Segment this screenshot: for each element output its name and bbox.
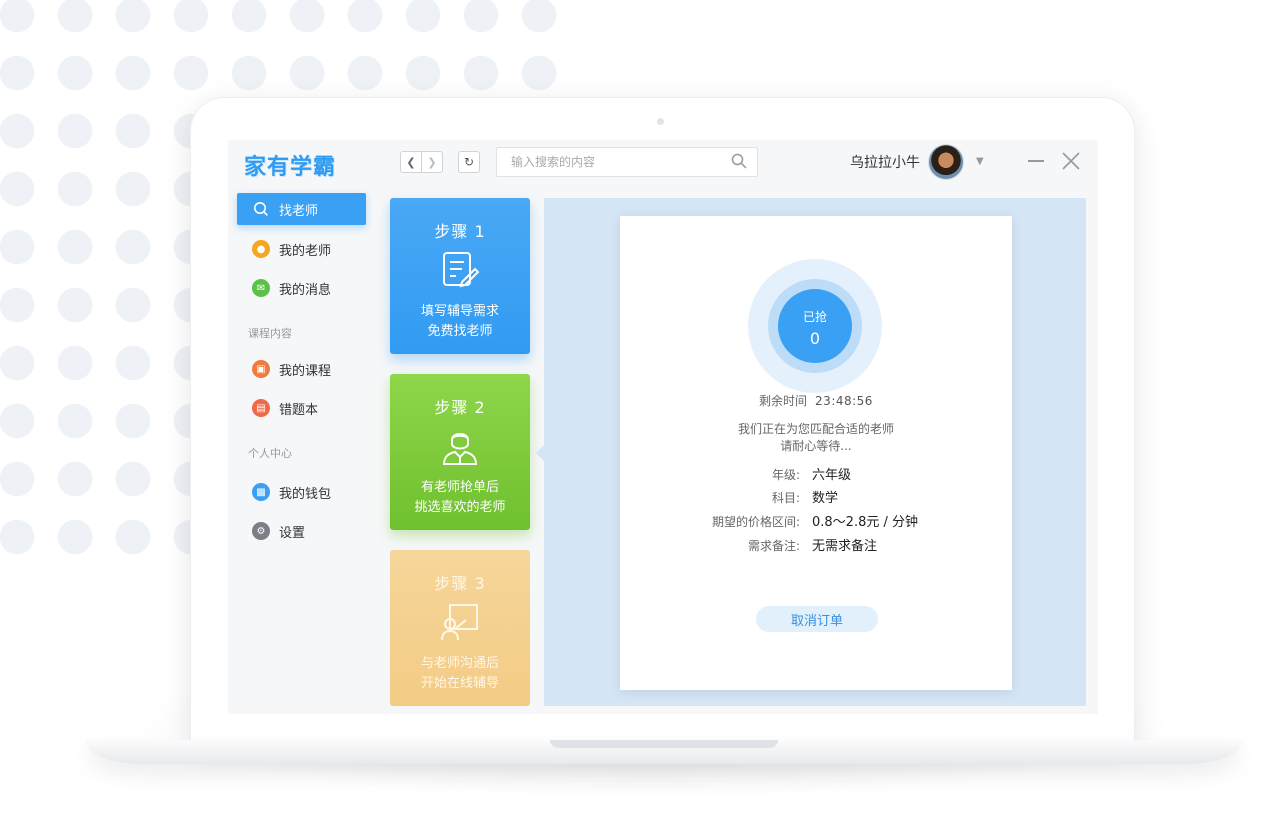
remaining-time: 剩余时间 23:48:56	[620, 392, 1012, 409]
sidebar-item-label: 找老师	[279, 203, 319, 219]
caret-down-icon[interactable]: ▼	[976, 156, 984, 167]
forward-button[interactable]: ❯	[422, 151, 443, 173]
grab-label: 已抢	[802, 310, 827, 324]
teacher-person-icon	[442, 433, 478, 465]
matching-line: 请耐心等待...	[780, 439, 852, 453]
app-window: 家有学霸 ❮ ❯ ↻ 乌拉拉小牛 ▼ 找老师 ● 我的老师	[228, 140, 1098, 714]
chevron-right-icon: ❯	[427, 155, 437, 169]
grade-value: 六年级	[812, 468, 852, 483]
grade-label: 年级:	[771, 468, 800, 482]
app-logo: 家有学霸	[244, 155, 337, 180]
notebook-icon: ▤	[252, 399, 270, 417]
order-card: 已抢 0 剩余时间 23:48:56 我们正在为您匹配合适的老师 请耐心等待...…	[620, 216, 1012, 690]
section-personal-title: 个人中心	[248, 447, 292, 460]
cancel-order-button[interactable]: 取消订单	[756, 606, 878, 632]
matching-line: 我们正在为您匹配合适的老师	[737, 422, 894, 436]
info-row-price: 期望的价格区间: 0.8～2.8元 / 分钟	[620, 511, 1012, 531]
step-3-card[interactable]: 步骤 3 与老师沟通后 开始在线辅导	[390, 550, 530, 706]
sidebar-item-label: 我的老师	[279, 243, 332, 259]
step-description: 有老师抢单后 挑选喜欢的老师	[390, 478, 530, 518]
search-icon[interactable]	[731, 153, 747, 169]
step-title: 步骤 2	[434, 398, 486, 417]
minimize-button[interactable]	[1028, 160, 1044, 162]
price-value: 0.8～2.8元 / 分钟	[812, 515, 918, 530]
section-courses-title: 课程内容	[248, 327, 292, 340]
step-1-card[interactable]: 步骤 1 填写辅导需求 免费找老师	[390, 198, 530, 354]
sidebar-item-mistake-book[interactable]: ▤ 错题本	[237, 392, 366, 424]
step-line: 挑选喜欢的老师	[414, 500, 506, 515]
message-icon: ✉	[252, 279, 270, 297]
sidebar-item-my-messages[interactable]: ✉ 我的消息	[237, 272, 366, 304]
search-box[interactable]	[496, 147, 758, 177]
laptop-base	[86, 740, 1242, 764]
wallet-icon: ▩	[252, 483, 270, 501]
nav-buttons: ❮ ❯	[400, 151, 443, 173]
laptop-notch	[550, 740, 778, 748]
step-line: 与老师沟通后	[420, 656, 499, 671]
form-edit-icon	[443, 252, 480, 288]
refresh-button[interactable]: ↻	[458, 151, 480, 173]
step-line: 有老师抢单后	[420, 480, 499, 495]
online-tutoring-icon	[441, 604, 478, 641]
info-row-grade: 年级: 六年级	[620, 464, 1012, 484]
close-icon[interactable]	[1060, 150, 1082, 172]
price-label: 期望的价格区间:	[711, 515, 800, 529]
username[interactable]: 乌拉拉小牛	[850, 152, 920, 172]
sidebar-item-my-teacher[interactable]: ● 我的老师	[237, 233, 366, 265]
sidebar-item-label: 我的课程	[279, 363, 332, 379]
sidebar-item-label: 我的钱包	[279, 486, 332, 502]
gear-icon: ⚙	[252, 522, 270, 540]
step-description: 与老师沟通后 开始在线辅导	[390, 654, 530, 694]
matching-message: 我们正在为您匹配合适的老师 请耐心等待...	[620, 421, 1012, 455]
sidebar-item-label: 我的消息	[279, 282, 332, 298]
sidebar-item-wallet[interactable]: ▩ 我的钱包	[237, 476, 366, 508]
refresh-icon: ↻	[463, 155, 475, 169]
remaining-time-value: 23:48:56	[815, 394, 873, 408]
remaining-time-label: 剩余时间	[759, 394, 808, 408]
subject-label: 科目:	[771, 491, 800, 505]
step-2-card[interactable]: 步骤 2 有老师抢单后 挑选喜欢的老师	[390, 374, 530, 530]
search-icon	[254, 202, 269, 217]
panel-pointer	[536, 445, 544, 461]
sidebar-item-label: 错题本	[279, 402, 319, 418]
sidebar-item-my-courses[interactable]: ▣ 我的课程	[237, 353, 366, 385]
step-description: 填写辅导需求 免费找老师	[390, 302, 530, 342]
sidebar-item-settings[interactable]: ⚙ 设置	[237, 515, 366, 547]
back-button[interactable]: ❮	[400, 151, 422, 173]
step-line: 开始在线辅导	[420, 676, 499, 691]
subject-value: 数学	[812, 491, 839, 506]
sidebar-item-label: 设置	[279, 525, 306, 541]
info-row-note: 需求备注: 无需求备注	[620, 535, 1012, 555]
camera-dot	[657, 118, 664, 125]
sidebar-item-find-teacher[interactable]: 找老师	[237, 193, 366, 225]
step-line: 免费找老师	[427, 324, 493, 339]
info-row-subject: 科目: 数学	[620, 487, 1012, 507]
chevron-left-icon: ❮	[406, 155, 416, 169]
step-title: 步骤 3	[434, 574, 486, 593]
note-label: 需求备注:	[747, 539, 800, 553]
course-icon: ▣	[252, 360, 270, 378]
search-input[interactable]	[509, 154, 723, 170]
note-value: 无需求备注	[812, 539, 878, 554]
teacher-icon: ●	[252, 240, 270, 258]
step-line: 填写辅导需求	[420, 304, 499, 319]
grab-counter: 已抢 0	[778, 289, 852, 363]
avatar[interactable]	[928, 144, 964, 180]
step-title: 步骤 1	[434, 222, 486, 241]
grab-count: 0	[809, 329, 821, 348]
